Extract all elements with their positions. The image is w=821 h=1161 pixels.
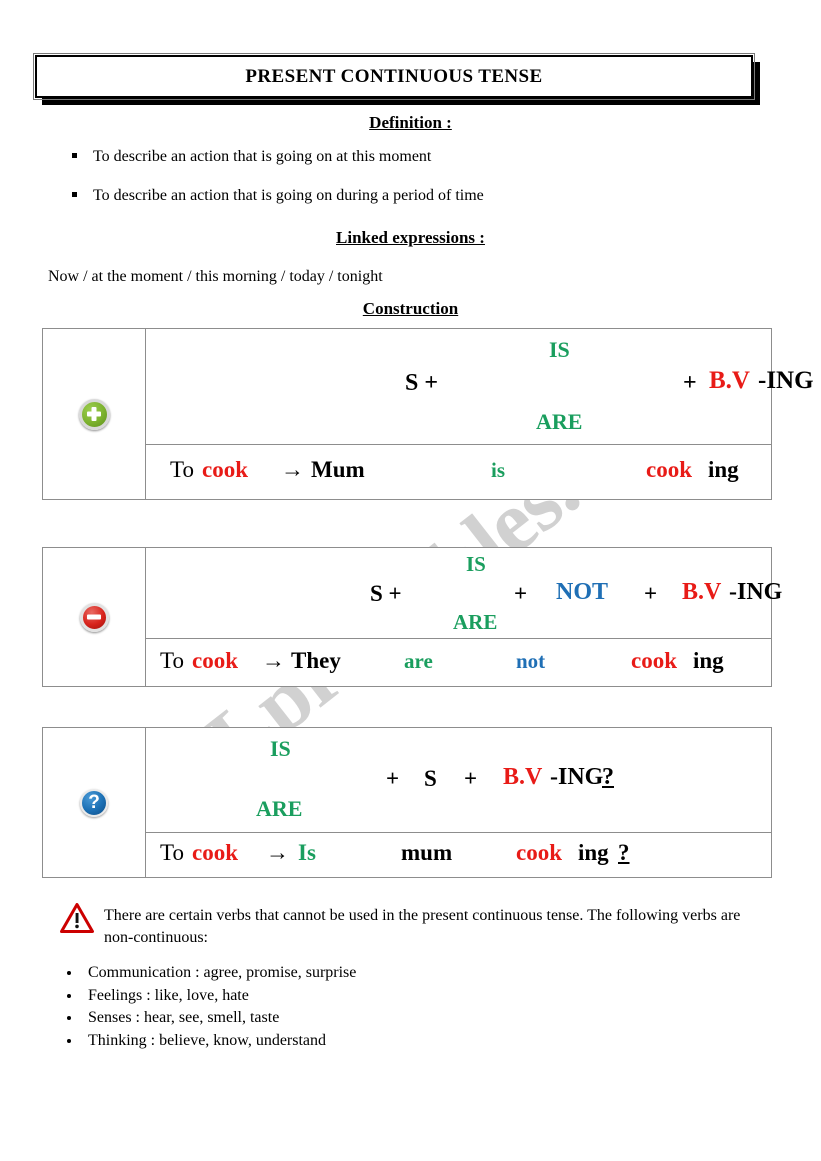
question-circle-icon: ? [80, 788, 108, 817]
construction-table-affirmative: IS S + + B.V -ING ARE To cook → Mum is c… [42, 328, 814, 500]
title-box: PRESENT CONTINUOUS TENSE [33, 53, 755, 100]
warning-triangle-icon [60, 903, 94, 933]
warning-text: There are certain verbs that cannot be u… [104, 907, 741, 946]
page-title: PRESENT CONTINUOUS TENSE [245, 65, 543, 87]
construction-table-negative: IS S + + NOT + B.V -ING ARE To cook → Th… [42, 547, 782, 687]
definition-item-2-text: To describe an action that is going on d… [93, 187, 484, 204]
affirmative-verb-stem: B.V [709, 367, 750, 394]
definition-heading: Definition : [0, 113, 821, 133]
interrogative-example-question-mark: ? [618, 840, 630, 865]
interrogative-verb-suffix: -ING [550, 764, 604, 790]
linked-expressions-text: Now / at the moment / this morning / tod… [48, 268, 383, 285]
title-banner: PRESENT CONTINUOUS TENSE [33, 53, 760, 105]
interrogative-question-mark: ? [602, 764, 614, 790]
interrogative-example-verb-suffix: ing [578, 840, 609, 865]
interrogative-example-aux: Is [298, 840, 316, 865]
square-bullet-icon [72, 192, 77, 198]
affirmative-example-verb: cook [202, 457, 248, 482]
linked-expressions-heading: Linked expressions : [0, 228, 821, 248]
negative-example-aux: are [404, 649, 433, 673]
interrogative-formula-row: IS + S + B.V -ING ? ARE [146, 728, 771, 833]
affirmative-aux-bottom: ARE [536, 409, 583, 434]
definition-item-1-text: To describe an action that is going on a… [93, 148, 432, 165]
affirmative-icon-cell [43, 329, 146, 499]
negative-aux-bottom: ARE [453, 610, 498, 634]
interrogative-example-arrow: → [266, 840, 289, 865]
affirmative-example-to: To [170, 457, 194, 482]
interrogative-example-to: To [160, 840, 184, 865]
negative-plus-2: + [644, 581, 658, 606]
plus-circle-icon [78, 398, 110, 430]
negative-example-row: To cook → They are not cook ing [146, 639, 771, 686]
affirmative-verb-suffix: -ING [758, 367, 814, 394]
list-item: Communication : agree, promise, surprise [82, 962, 356, 985]
definition-item-1: To describe an action that is going on a… [72, 148, 431, 166]
construction-heading-text: Construction [362, 299, 459, 318]
negative-subject: S + [370, 581, 402, 606]
affirmative-example-verb-suffix: ing [708, 457, 739, 482]
question-mark-glyph: ? [88, 791, 100, 813]
affirmative-aux-top: IS [549, 337, 570, 362]
negative-example-verb-stem: cook [631, 648, 677, 673]
affirmative-example-verb-stem: cook [646, 457, 692, 482]
affirmative-example-arrow: → [281, 457, 304, 482]
negative-example-not: not [516, 649, 546, 673]
square-bullet-icon [72, 153, 77, 159]
interrogative-example-verb: cook [192, 840, 238, 865]
list-item: Thinking : believe, know, understand [82, 1030, 356, 1053]
list-item: Senses : hear, see, smell, taste [82, 1007, 356, 1030]
interrogative-example-verb-stem: cook [516, 840, 562, 865]
affirmative-rows: IS S + + B.V -ING ARE To cook → Mum is c… [146, 329, 814, 499]
interrogative-example-subject: mum [401, 840, 453, 865]
negative-icon-cell [43, 548, 146, 686]
affirmative-example-row: To cook → Mum is cook ing [146, 445, 771, 499]
construction-table-interrogative: ? IS + S + B.V -ING ? ARE To cook → Is m… [42, 727, 772, 878]
negative-not: NOT [556, 579, 609, 605]
interrogative-verb-stem: B.V [503, 764, 543, 790]
interrogative-rows: IS + S + B.V -ING ? ARE To cook → Is mum… [146, 728, 771, 877]
negative-rows: IS S + + NOT + B.V -ING ARE To cook → Th… [146, 548, 782, 686]
affirmative-example-aux: is [491, 458, 506, 482]
negative-plus-1: + [514, 581, 528, 606]
negative-verb-stem: B.V [682, 579, 722, 605]
negative-example-to: To [160, 648, 184, 673]
negative-example-subject: They [291, 648, 341, 673]
interrogative-subject: S [424, 766, 437, 791]
affirmative-example-subject: Mum [311, 457, 365, 482]
construction-heading: Construction [0, 299, 821, 319]
interrogative-example-row: To cook → Is mum cook ing ? [146, 833, 771, 877]
definition-item-2: To describe an action that is going on d… [72, 187, 484, 205]
interrogative-plus-1: + [386, 766, 400, 791]
interrogative-aux-top: IS [270, 736, 291, 761]
negative-formula-row: IS S + + NOT + B.V -ING ARE [146, 548, 782, 639]
negative-aux-top: IS [466, 552, 486, 576]
minus-circle-icon [79, 602, 109, 632]
negative-verb-suffix: -ING [729, 579, 783, 605]
linked-expressions-heading-text: Linked expressions : [336, 228, 485, 247]
affirmative-formula-row: IS S + + B.V -ING ARE [146, 329, 814, 445]
definition-heading-text: Definition : [369, 113, 452, 132]
negative-example-verb: cook [192, 648, 238, 673]
affirmative-subject: S + [405, 370, 439, 396]
affirmative-plus: + [683, 370, 697, 396]
interrogative-plus-2: + [464, 766, 478, 791]
non-continuous-verb-list: Communication : agree, promise, surprise… [60, 962, 356, 1052]
negative-example-verb-suffix: ing [693, 648, 724, 673]
warning-block: There are certain verbs that cannot be u… [42, 903, 752, 949]
interrogative-icon-cell: ? [43, 728, 146, 877]
list-item: Feelings : like, love, hate [82, 985, 356, 1008]
negative-example-arrow: → [262, 648, 285, 673]
interrogative-aux-bottom: ARE [256, 796, 303, 821]
